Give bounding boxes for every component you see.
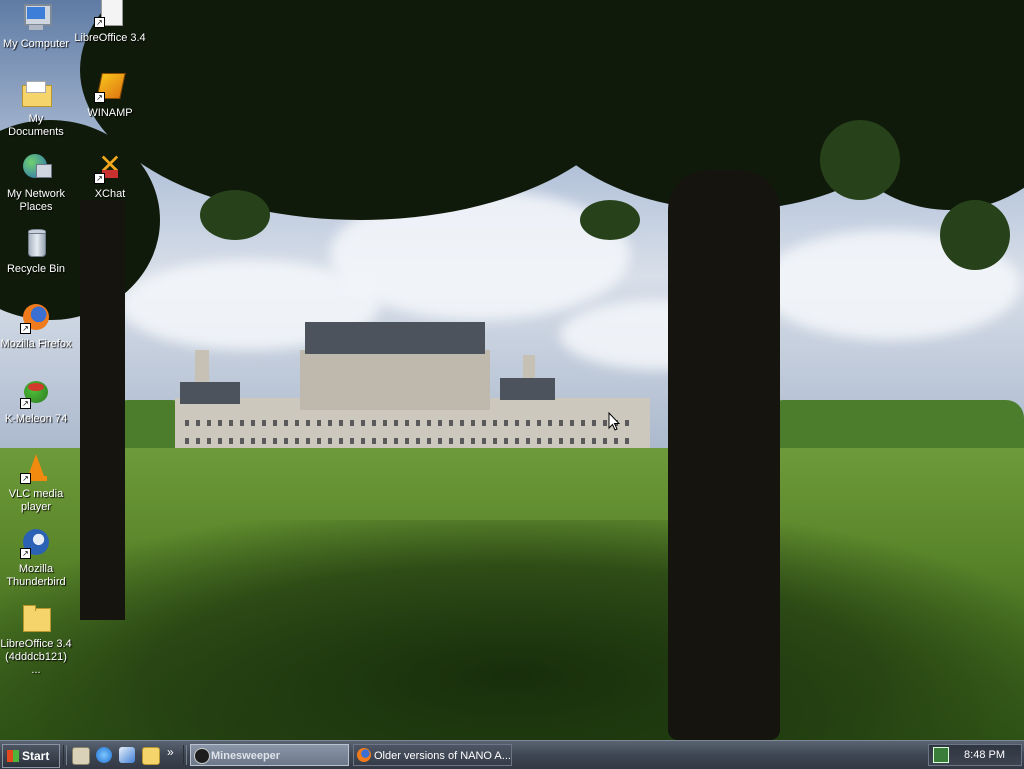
kmeleon-icon: ↗ xyxy=(20,377,52,409)
desktop-icon-libreoffice[interactable]: ↗ LibreOffice 3.4 xyxy=(72,0,148,46)
start-label: Start xyxy=(22,749,50,763)
desktop-icon-label: My Network Places xyxy=(6,188,66,213)
desktop-icon-xchat[interactable]: ✕ ↗ XChat xyxy=(72,151,148,202)
desktop-icon-recycle-bin[interactable]: Recycle Bin xyxy=(0,227,74,277)
desktop-wallpaper xyxy=(0,0,1024,740)
start-button[interactable]: Start xyxy=(2,744,60,768)
windows-explorer-icon[interactable] xyxy=(142,747,160,765)
shortcut-arrow-icon: ↗ xyxy=(20,323,31,334)
quick-launch-overflow-button[interactable]: » xyxy=(167,745,174,759)
taskbar-separator xyxy=(183,745,187,765)
clock[interactable]: 8:48 PM xyxy=(964,745,1005,765)
shortcut-arrow-icon: ↗ xyxy=(20,473,31,484)
desktop-icon-label: Mozilla Firefox xyxy=(0,338,72,350)
network-icon xyxy=(20,152,52,184)
firefox-icon xyxy=(357,748,371,762)
windows-logo-icon xyxy=(7,750,19,762)
task-label: Older versions of NANO A... xyxy=(374,750,511,762)
desktop-icon-k-meleon[interactable]: ↗ K-Meleon 74 xyxy=(0,377,74,427)
shortcut-arrow-icon: ↗ xyxy=(20,398,31,409)
desktop-icon-my-network-places[interactable]: My Network Places xyxy=(0,152,74,215)
folder-icon xyxy=(20,77,52,109)
shortcut-arrow-icon: ↗ xyxy=(94,17,105,28)
system-tray: 8:48 PM xyxy=(928,744,1022,766)
taskbar-separator xyxy=(63,745,67,765)
task-button-minesweeper[interactable]: Minesweeper xyxy=(190,744,349,766)
task-button-firefox[interactable]: Older versions of NANO A... xyxy=(353,744,512,766)
desktop-icon-label: LibreOffice 3.4 xyxy=(74,32,146,44)
desktop-icon-label: VLC media player xyxy=(8,488,64,513)
xchat-icon: ✕ ↗ xyxy=(94,151,126,184)
winamp-icon: ↗ xyxy=(94,71,126,103)
folder-icon xyxy=(20,602,52,634)
desktop-icon-my-documents[interactable]: My Documents xyxy=(0,77,74,140)
mouse-pointer-icon xyxy=(608,412,620,431)
desktop-icon-label: My Computer xyxy=(2,38,70,50)
desktop-icon-vlc-media-player[interactable]: ↗ VLC media player xyxy=(0,452,74,515)
show-desktop-icon[interactable] xyxy=(72,747,90,765)
desktop-icon-label: LibreOffice 3.4 (4dddcb121) ... xyxy=(0,638,72,676)
shortcut-arrow-icon: ↗ xyxy=(94,92,105,103)
desktop-icon-label: XChat xyxy=(94,188,126,200)
task-label: Minesweeper xyxy=(211,750,281,762)
internet-explorer-icon[interactable] xyxy=(96,747,112,763)
desktop-icon-label: WINAMP xyxy=(87,107,133,119)
vlc-icon: ↗ xyxy=(20,452,52,484)
taskbar: Start » Minesweeper Older versions of NA… xyxy=(0,740,1024,769)
desktop-icon-winamp[interactable]: ↗ WINAMP xyxy=(72,71,148,121)
firefox-icon: ↗ xyxy=(20,302,52,334)
network-tray-icon[interactable] xyxy=(933,747,949,763)
desktop-icon-libreoffice-folder[interactable]: LibreOffice 3.4 (4dddcb121) ... xyxy=(0,602,74,678)
desktop-icon-my-computer[interactable]: My Computer xyxy=(0,2,74,52)
minesweeper-icon xyxy=(194,748,210,764)
shortcut-arrow-icon: ↗ xyxy=(94,173,105,184)
outlook-express-icon[interactable] xyxy=(119,747,135,763)
thunderbird-icon: ↗ xyxy=(20,527,52,559)
desktop-icon-mozilla-firefox[interactable]: ↗ Mozilla Firefox xyxy=(0,302,74,352)
desktop-icon-label: Recycle Bin xyxy=(6,263,66,275)
desktop-icon-label: K-Meleon 74 xyxy=(4,413,68,425)
desktop-icon-label: Mozilla Thunderbird xyxy=(6,563,66,588)
computer-icon xyxy=(20,2,52,34)
shortcut-arrow-icon: ↗ xyxy=(20,548,31,559)
recycle-bin-icon xyxy=(20,227,52,259)
desktop-icon-mozilla-thunderbird[interactable]: ↗ Mozilla Thunderbird xyxy=(0,527,74,590)
desktop-icon-label: My Documents xyxy=(8,113,64,138)
document-icon: ↗ xyxy=(94,0,126,28)
